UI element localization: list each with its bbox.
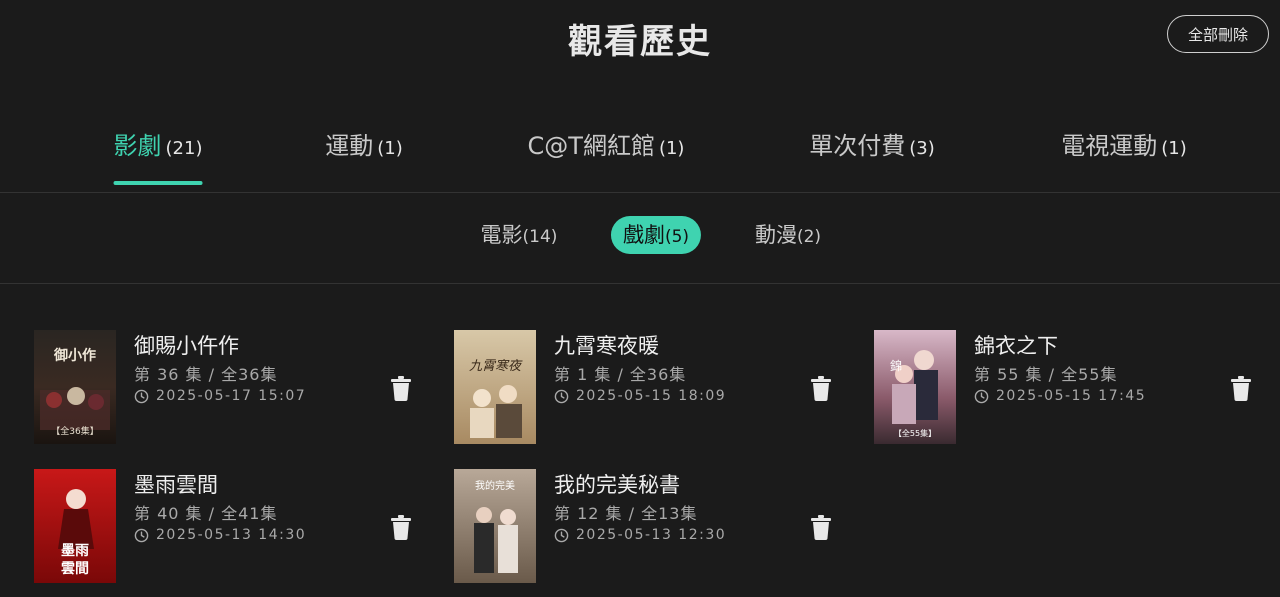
tab-count: (1) <box>1161 138 1187 159</box>
tab-count: (1) <box>377 138 403 159</box>
trash-icon[interactable] <box>390 375 412 401</box>
clock-icon <box>134 528 149 542</box>
svg-text:九霄寒夜: 九霄寒夜 <box>469 358 523 374</box>
item-time-text: 2025-05-17 15:07 <box>156 388 307 404</box>
item-time: 2025-05-15 17:45 <box>974 388 1146 404</box>
sub-tabs: 電影(14) 戲劇(5) 動漫(2) <box>0 216 1280 254</box>
item-time: 2025-05-13 12:30 <box>554 527 726 543</box>
main-tabs: 影劇 (21) 運動 (1) C@T網紅館 (1) 單次付費 (3) 電視運動 (1) <box>0 126 1280 192</box>
item-time: 2025-05-13 14:30 <box>134 527 306 543</box>
item-time-text: 2025-05-13 12:30 <box>576 527 727 543</box>
tab-label: C@T網紅館 <box>527 132 655 160</box>
item-episode: 第 12 集 / 全13集 <box>554 504 698 523</box>
item-episode: 第 40 集 / 全41集 <box>134 504 278 523</box>
tab-label: 電視運動 <box>1061 132 1158 160</box>
item-title[interactable]: 錦衣之下 <box>974 330 1058 360</box>
divider <box>0 192 1280 193</box>
subtab-count: (5) <box>664 227 690 247</box>
svg-text:雲間: 雲間 <box>61 560 89 577</box>
page-title: 觀看歷史 <box>568 22 712 62</box>
item-title[interactable]: 墨雨雲間 <box>134 469 218 499</box>
svg-text:錦: 錦 <box>890 358 902 373</box>
subtab-label: 戲劇 <box>622 223 665 247</box>
item-title[interactable]: 御賜小仵作 <box>134 330 239 360</box>
subtab-anime[interactable]: 動漫(2) <box>755 216 821 254</box>
poster-image[interactable]: 錦 【全55集】 <box>874 330 956 444</box>
history-item[interactable]: 御小作 【全36集】 御賜小仵作 第 36 集 / 全36集 2025-05-1… <box>34 330 434 444</box>
clock-icon <box>974 389 989 403</box>
item-time-text: 2025-05-13 14:30 <box>156 527 307 543</box>
tab-pay-per-view[interactable]: 單次付費 (3) <box>809 126 935 185</box>
trash-icon[interactable] <box>810 514 832 540</box>
tab-tv-sports[interactable]: 電視運動 (1) <box>1061 126 1187 185</box>
poster-image[interactable]: 御小作 【全36集】 <box>34 330 116 444</box>
clock-icon <box>554 528 569 542</box>
poster-image[interactable]: 九霄寒夜 <box>454 330 536 444</box>
subtab-label: 動漫 <box>754 223 797 247</box>
subtab-count: (14) <box>522 227 558 247</box>
tab-label: 單次付費 <box>809 132 906 160</box>
item-title[interactable]: 我的完美秘書 <box>554 469 680 499</box>
divider <box>0 283 1280 284</box>
active-tab-indicator <box>113 181 203 185</box>
subtab-label: 電影 <box>480 223 523 247</box>
poster-image[interactable]: 墨雨 雲間 <box>34 469 116 583</box>
tab-label: 運動 <box>325 132 374 160</box>
poster-badge: 【全55集】 <box>894 428 936 438</box>
poster-image[interactable]: 我的完美 <box>454 469 536 583</box>
clock-icon <box>554 389 569 403</box>
item-time: 2025-05-15 18:09 <box>554 388 726 404</box>
delete-all-button[interactable]: 全部刪除 <box>1167 15 1269 53</box>
svg-text:墨雨: 墨雨 <box>61 543 89 559</box>
tab-cat-influencer[interactable]: C@T網紅館 (1) <box>528 126 685 185</box>
tab-sports[interactable]: 運動 (1) <box>325 126 403 185</box>
history-item[interactable]: 九霄寒夜 九霄寒夜暖 第 1 集 / 全36集 2025-05-15 18:09 <box>454 330 854 444</box>
item-title[interactable]: 九霄寒夜暖 <box>554 330 659 360</box>
clock-icon <box>134 389 149 403</box>
svg-text:御小作: 御小作 <box>53 347 96 364</box>
item-episode: 第 55 集 / 全55集 <box>974 365 1118 384</box>
history-item[interactable]: 錦 【全55集】 錦衣之下 第 55 集 / 全55集 2025-05-15 1… <box>874 330 1274 444</box>
item-episode: 第 36 集 / 全36集 <box>134 365 278 384</box>
subtab-count: (2) <box>796 227 822 247</box>
tab-count: (1) <box>658 138 685 159</box>
poster-badge: 【全36集】 <box>51 425 98 437</box>
item-time: 2025-05-17 15:07 <box>134 388 306 404</box>
history-item[interactable]: 墨雨 雲間 墨雨雲間 第 40 集 / 全41集 2025-05-13 14:3… <box>34 469 434 583</box>
svg-text:我的完美: 我的完美 <box>475 479 515 492</box>
item-time-text: 2025-05-15 18:09 <box>576 388 727 404</box>
trash-icon[interactable] <box>1230 375 1252 401</box>
trash-icon[interactable] <box>810 375 832 401</box>
trash-icon[interactable] <box>390 514 412 540</box>
item-episode: 第 1 集 / 全36集 <box>554 365 687 384</box>
history-item[interactable]: 我的完美 我的完美秘書 第 12 集 / 全13集 2025-05-13 12:… <box>454 469 854 583</box>
tab-dramas-movies[interactable]: 影劇 (21) <box>113 126 203 185</box>
tab-label: 影劇 <box>113 132 162 160</box>
tab-count: (21) <box>165 138 203 159</box>
subtab-dramas[interactable]: 戲劇(5) <box>610 216 702 254</box>
subtab-movies[interactable]: 電影(14) <box>481 216 558 254</box>
tab-count: (3) <box>909 138 935 159</box>
item-time-text: 2025-05-15 17:45 <box>996 388 1147 404</box>
